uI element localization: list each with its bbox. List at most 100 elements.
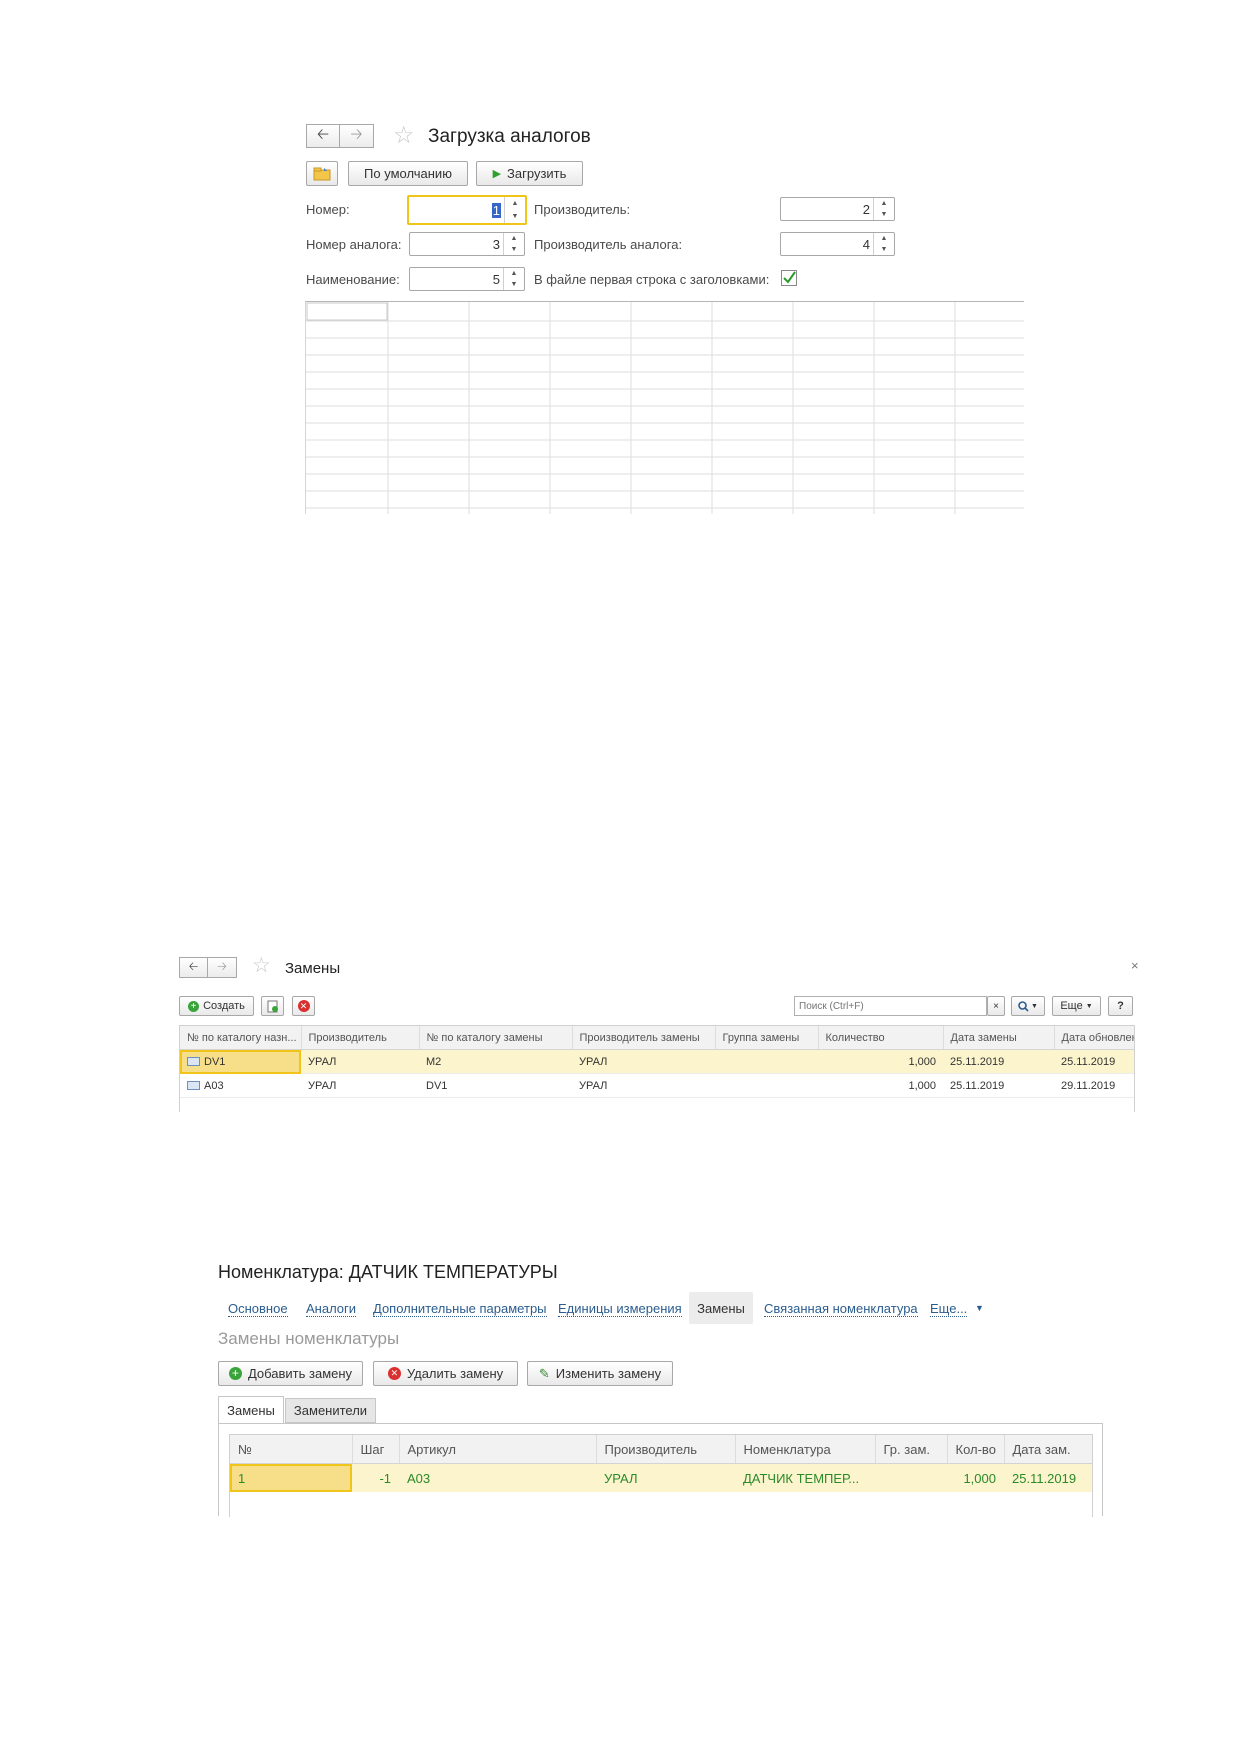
table-row[interactable]: 1 -1 A03 УРАЛ ДАТЧИК ТЕМПЕР... 1,000 25.…: [230, 1463, 1092, 1493]
column-header[interactable]: № по каталогу замены: [419, 1026, 573, 1050]
back-button[interactable]: 🡠: [306, 124, 340, 148]
delete-button[interactable]: ✕: [292, 996, 315, 1016]
analog-number-spinner[interactable]: ▲ ▼: [503, 233, 524, 255]
analog-number-field[interactable]: 3 ▲ ▼: [409, 232, 525, 256]
column-header[interactable]: Производитель замены: [572, 1026, 716, 1050]
number-spinner[interactable]: ▲ ▼: [504, 197, 525, 223]
table-cell[interactable]: 25.11.2019: [1004, 1464, 1092, 1493]
manufacturer-field[interactable]: 2 ▲ ▼: [780, 197, 895, 221]
clear-search-button[interactable]: ×: [987, 996, 1005, 1016]
table-cell[interactable]: 1,000: [818, 1073, 943, 1098]
arrow-right-icon: 🡢: [217, 959, 227, 973]
table-cell[interactable]: 25.11.2019: [1054, 1049, 1134, 1074]
open-file-button[interactable]: [306, 161, 338, 186]
column-header[interactable]: Гр. зам.: [875, 1435, 948, 1464]
favorite-star-icon-2[interactable]: ☆: [252, 953, 271, 978]
number-field[interactable]: 1 ▲ ▼: [407, 195, 527, 225]
table-cell[interactable]: УРАЛ: [572, 1073, 715, 1098]
column-header[interactable]: Группа замены: [715, 1026, 819, 1050]
table-cell[interactable]: A03: [180, 1073, 301, 1098]
more-button[interactable]: Еще ▼: [1052, 996, 1101, 1016]
tab-related-nomenclature[interactable]: Связанная номенклатура: [764, 1301, 918, 1317]
name-spinner[interactable]: ▲ ▼: [503, 268, 524, 290]
column-header[interactable]: Производитель: [301, 1026, 420, 1050]
table-cell[interactable]: DV1: [419, 1073, 572, 1098]
column-header[interactable]: Номенклатура: [735, 1435, 876, 1464]
create-button[interactable]: + Создать: [179, 996, 254, 1016]
table-header-row: № Шаг Артикул Производитель Номенклатура…: [230, 1435, 1092, 1464]
tab-additional-params[interactable]: Дополнительные параметры: [373, 1301, 547, 1317]
arrow-left-icon: 🡠: [316, 125, 330, 143]
tab-analogs[interactable]: Аналоги: [306, 1301, 357, 1317]
table-cell[interactable]: УРАЛ: [301, 1073, 419, 1098]
table-cell[interactable]: 1,000: [947, 1464, 1004, 1493]
load-button[interactable]: ▶ Загрузить: [476, 161, 583, 186]
table-cell[interactable]: [715, 1049, 818, 1074]
favorite-star-icon[interactable]: ☆: [393, 121, 415, 150]
column-header[interactable]: Производитель: [596, 1435, 736, 1464]
spreadsheet-grid[interactable]: [305, 301, 1024, 514]
column-header[interactable]: Дата обновлен: [1054, 1026, 1134, 1050]
subtab-replacements[interactable]: Замены: [218, 1396, 284, 1423]
column-header[interactable]: Дата замены: [943, 1026, 1055, 1050]
column-header[interactable]: №: [230, 1435, 353, 1464]
add-replacement-button[interactable]: + Добавить замену: [218, 1361, 363, 1386]
table-row[interactable]: DV1 УРАЛ M2 УРАЛ 1,000 25.11.2019 25.11.…: [180, 1049, 1134, 1074]
help-button[interactable]: ?: [1108, 996, 1133, 1016]
search-icon: [1018, 1000, 1029, 1012]
column-header[interactable]: Артикул: [399, 1435, 597, 1464]
table-cell[interactable]: -1: [352, 1464, 399, 1493]
subtab-substitutes[interactable]: Заменители: [285, 1398, 376, 1423]
chevron-down-icon: ▼: [1085, 1002, 1093, 1010]
tab-more[interactable]: Еще...: [930, 1301, 968, 1317]
table-cell[interactable]: УРАЛ: [572, 1049, 715, 1074]
table-cell[interactable]: 1,000: [818, 1049, 943, 1074]
column-header[interactable]: Количество: [818, 1026, 944, 1050]
close-icon: ×: [993, 1000, 999, 1012]
forward-button[interactable]: 🡢: [340, 124, 374, 148]
table-cell[interactable]: M2: [419, 1049, 572, 1074]
table-cell[interactable]: УРАЛ: [301, 1049, 419, 1074]
close-icon[interactable]: ×: [1131, 958, 1139, 973]
table-row[interactable]: A03 УРАЛ DV1 УРАЛ 1,000 25.11.2019 29.11…: [180, 1073, 1134, 1098]
plus-circle-icon: +: [228, 1367, 242, 1380]
table-cell[interactable]: УРАЛ: [596, 1464, 735, 1493]
tab-units[interactable]: Единицы измерения: [558, 1301, 682, 1317]
column-header[interactable]: Дата зам.: [1004, 1435, 1092, 1464]
table-cell[interactable]: [875, 1464, 947, 1493]
column-header[interactable]: № по каталогу назн...: [180, 1026, 302, 1050]
page-title-3: Номенклатура: ДАТЧИК ТЕМПЕРАТУРЫ: [218, 1262, 558, 1282]
table-cell[interactable]: [715, 1073, 818, 1098]
delete-replacement-label: Удалить замену: [406, 1366, 504, 1381]
forward-button-2[interactable]: 🡢: [208, 957, 237, 978]
analog-manufacturer-spinner[interactable]: ▲ ▼: [873, 233, 894, 255]
name-value: 5: [492, 272, 500, 287]
analog-manufacturer-field[interactable]: 4 ▲ ▼: [780, 232, 895, 256]
search-button[interactable]: ▼: [1011, 996, 1045, 1016]
table-cell[interactable]: 29.11.2019: [1054, 1073, 1134, 1098]
copy-button[interactable]: [261, 996, 284, 1016]
table-cell[interactable]: ДАТЧИК ТЕМПЕР...: [735, 1464, 875, 1493]
number-label: Номер:: [306, 202, 350, 217]
table-cell[interactable]: 25.11.2019: [943, 1073, 1054, 1098]
table-cell[interactable]: A03: [399, 1464, 596, 1493]
name-field[interactable]: 5 ▲ ▼: [409, 267, 525, 291]
table-cell[interactable]: 1: [230, 1463, 352, 1492]
delete-replacement-button[interactable]: ✕ Удалить замену: [373, 1361, 518, 1386]
tab-main[interactable]: Основное: [228, 1301, 288, 1317]
replacements-grid-wrap: № Шаг Артикул Производитель Номенклатура…: [229, 1434, 1093, 1517]
column-header[interactable]: Кол-во: [947, 1435, 1005, 1464]
back-button-2[interactable]: 🡠: [179, 957, 208, 978]
tab-replacements-active[interactable]: Замены: [689, 1292, 753, 1324]
table-cell[interactable]: DV1: [180, 1049, 301, 1074]
manufacturer-spinner[interactable]: ▲ ▼: [873, 198, 894, 220]
table-cell[interactable]: 25.11.2019: [943, 1049, 1054, 1074]
chevron-down-icon[interactable]: ▼: [975, 1303, 984, 1313]
header-row-checkbox[interactable]: [781, 270, 797, 286]
edit-replacement-button[interactable]: ✎ Изменить замену: [527, 1361, 673, 1386]
replacements-panel: № Шаг Артикул Производитель Номенклатура…: [218, 1423, 1103, 1517]
default-button[interactable]: По умолчанию: [348, 161, 468, 186]
search-input[interactable]: [794, 996, 987, 1016]
cell-text: A03: [204, 1079, 224, 1092]
column-header[interactable]: Шаг: [352, 1435, 400, 1464]
